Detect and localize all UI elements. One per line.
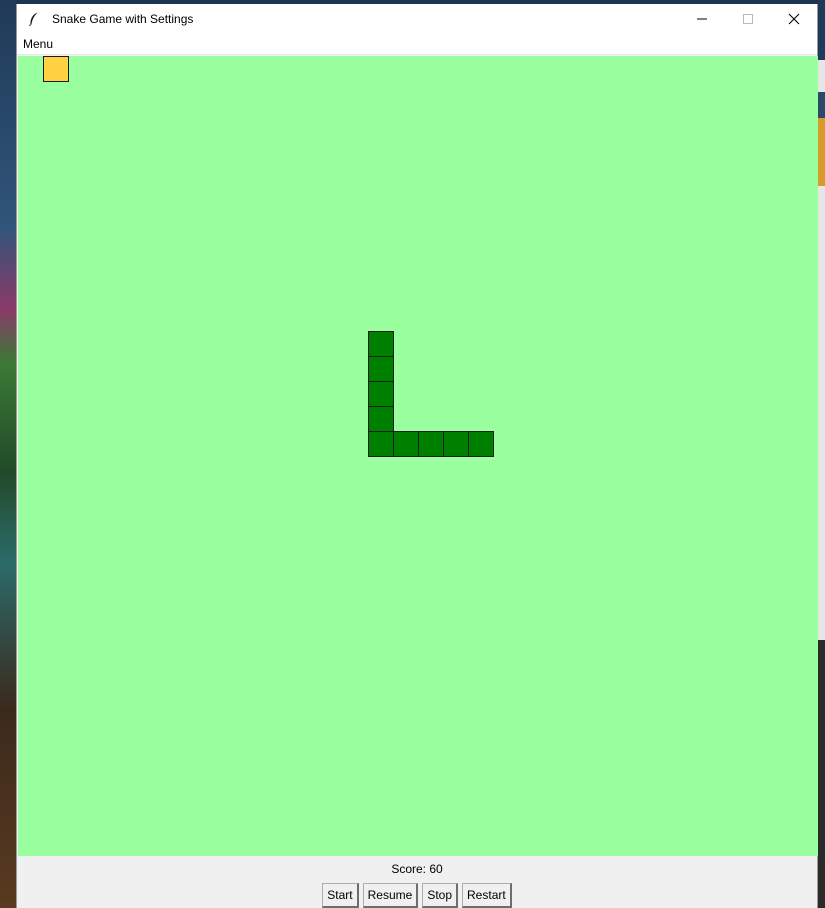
close-icon bbox=[788, 13, 800, 25]
restart-button[interactable]: Restart bbox=[462, 883, 512, 908]
minimize-icon bbox=[697, 18, 707, 20]
title-bar[interactable]: Snake Game with Settings bbox=[17, 4, 817, 34]
control-buttons: Start Resume Stop Restart bbox=[17, 883, 817, 908]
menu-item-menu[interactable]: Menu bbox=[23, 37, 53, 51]
snake-segment bbox=[468, 431, 494, 457]
snake-segment bbox=[443, 431, 469, 457]
resume-button[interactable]: Resume bbox=[362, 883, 419, 908]
minimize-button[interactable] bbox=[679, 4, 725, 34]
food-item bbox=[43, 56, 69, 82]
desktop-background-right bbox=[818, 0, 825, 908]
maximize-button[interactable] bbox=[725, 4, 771, 34]
snake-segment bbox=[368, 356, 394, 382]
snake-segment bbox=[368, 431, 394, 457]
game-board[interactable] bbox=[18, 56, 818, 856]
window-title: Snake Game with Settings bbox=[52, 12, 194, 26]
close-button[interactable] bbox=[771, 4, 817, 34]
menu-bar: Menu bbox=[17, 34, 817, 55]
snake-segment bbox=[368, 331, 394, 357]
status-bar: Score: 60 Start Resume Stop Restart bbox=[17, 856, 817, 908]
maximize-icon bbox=[743, 14, 753, 24]
feather-icon bbox=[26, 11, 42, 27]
snake-segment bbox=[393, 431, 419, 457]
snake-segment bbox=[418, 431, 444, 457]
window-controls bbox=[679, 4, 817, 34]
desktop-background-left bbox=[0, 0, 16, 908]
stop-button[interactable]: Stop bbox=[422, 883, 459, 908]
game-window: Snake Game with Settings Menu Score: 60 … bbox=[16, 4, 818, 908]
start-button[interactable]: Start bbox=[322, 883, 359, 908]
score-label: Score: 60 bbox=[391, 862, 443, 876]
snake-segment bbox=[368, 406, 394, 432]
snake-segment bbox=[368, 381, 394, 407]
